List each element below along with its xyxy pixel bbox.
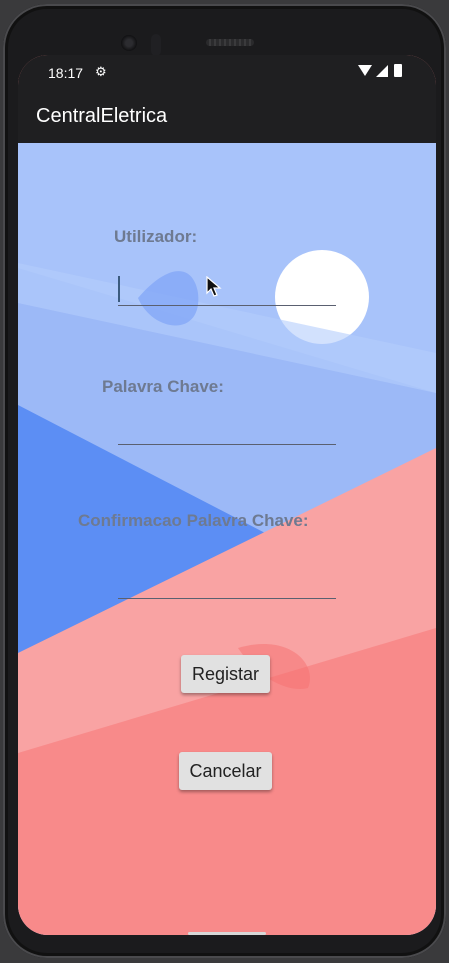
confirm-password-field[interactable] (118, 574, 336, 599)
wifi-icon (358, 65, 372, 76)
front-camera (121, 35, 137, 51)
username-field[interactable] (118, 281, 336, 306)
app-title: CentralEletrica (36, 105, 168, 127)
cancel-button[interactable]: Cancelar (179, 752, 272, 790)
proximity-sensor (151, 34, 161, 56)
mouse-pointer-icon (206, 276, 222, 297)
battery-icon (394, 64, 402, 77)
earpiece-speaker (206, 39, 254, 46)
navigation-bar (18, 932, 436, 963)
text-cursor (118, 276, 120, 302)
app-bar: CentralEletrica (18, 89, 436, 143)
status-time: 18:17 (48, 65, 84, 81)
username-label: Utilizador: (114, 227, 198, 246)
password-label: Palavra Chave: (102, 377, 224, 396)
status-bar: 18:17 ⚙ (18, 55, 436, 89)
background-illustration (18, 143, 436, 935)
register-button[interactable]: Registar (181, 655, 270, 693)
home-gesture-handle[interactable] (188, 932, 266, 935)
status-icons (358, 64, 404, 79)
device-screen: 18:17 ⚙ CentralEletrica Utilizador: Pala… (18, 55, 436, 935)
register-form: Utilizador: Palavra Chave: Confirmacao P… (18, 143, 436, 935)
password-field[interactable] (118, 420, 336, 445)
signal-icon (376, 65, 388, 77)
confirm-password-label: Confirmacao Palavra Chave: (78, 511, 309, 530)
gear-icon: ⚙ (95, 64, 107, 79)
